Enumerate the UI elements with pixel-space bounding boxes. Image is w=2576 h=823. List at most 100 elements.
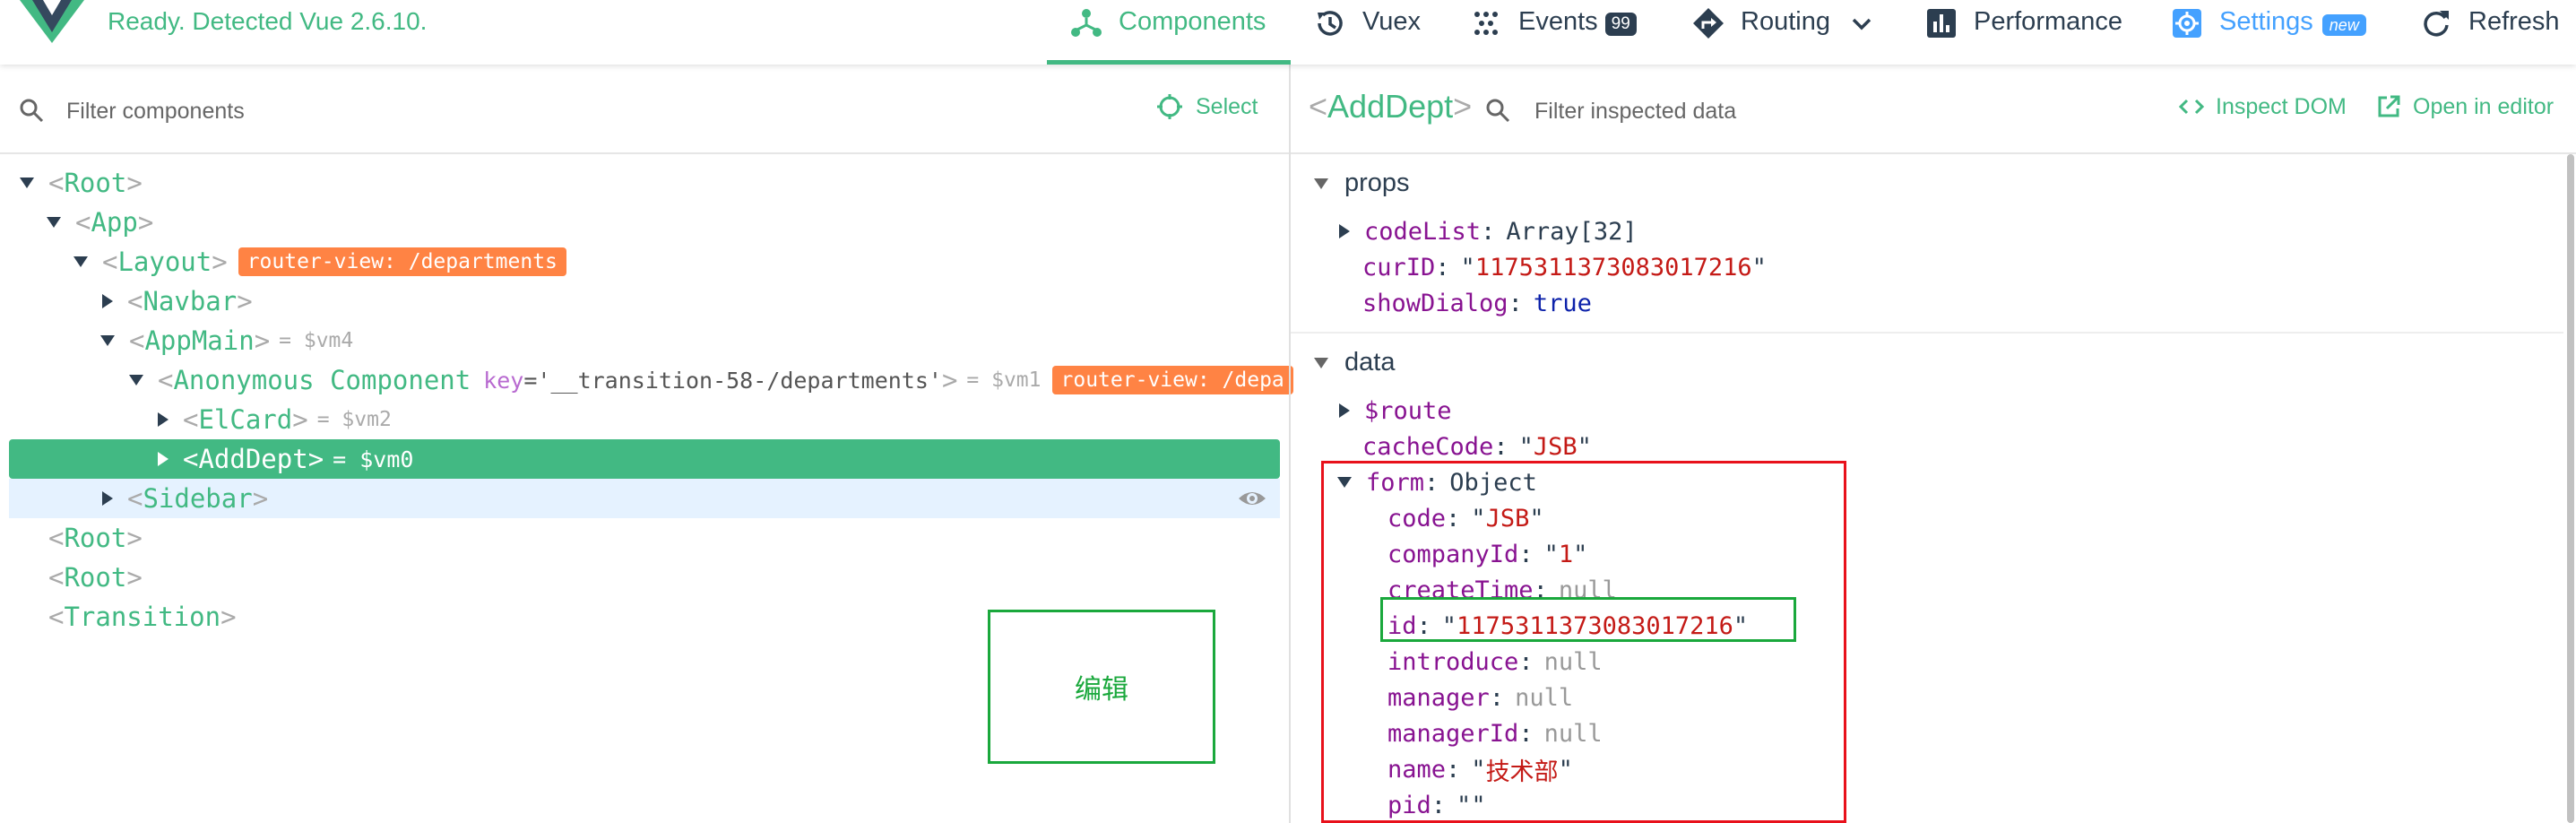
component-name: AddDept [198, 444, 308, 474]
prop-codelist[interactable]: codeList: Array[32] [1337, 213, 1638, 249]
component-name: AppMain [144, 325, 255, 356]
tab-components[interactable]: Components [1070, 0, 1266, 65]
tab-performance[interactable]: Performance [1925, 0, 2122, 65]
chevron-down-icon[interactable] [1850, 7, 1873, 39]
tree-node-adddept[interactable]: < AddDept > = $vm0 [9, 439, 1280, 479]
router-view-badge: router-view: /depa [1051, 366, 1293, 394]
tab-vuex[interactable]: Vuex [1314, 0, 1421, 65]
filter-inspected-data-input[interactable] [1534, 95, 1911, 127]
component-name: Anonymous Component [173, 365, 471, 395]
expand-toggle[interactable] [158, 452, 169, 466]
status-message: Ready. Detected Vue 2.6.10. [108, 7, 428, 35]
inspected-component-title: <AddDept> [1309, 88, 1473, 125]
tab-settings[interactable]: Settings new [2171, 0, 2366, 65]
tree-node-appmain[interactable]: < AppMain > = $vm4 [9, 321, 1280, 360]
expand-toggle[interactable] [102, 294, 113, 308]
expand-toggle[interactable] [1339, 224, 1350, 238]
crosshair-icon [1157, 94, 1182, 119]
component-name: Layout [117, 247, 212, 277]
component-name: Transition [64, 602, 221, 632]
collapse-toggle[interactable] [1314, 178, 1328, 189]
expand-toggle[interactable] [47, 217, 61, 228]
component-name: Root [64, 168, 127, 198]
tab-events[interactable]: Events 99 [1470, 0, 1637, 65]
prop-curid[interactable]: curID: " 1175311373083017216 " [1362, 249, 1767, 285]
component-name: App [91, 207, 138, 238]
select-label: Select [1196, 93, 1258, 119]
prop-value: JSB [1533, 432, 1578, 461]
tree-node-layout[interactable]: < Layout > router-view: /departments [9, 242, 1280, 282]
data-cachecode[interactable]: cacheCode: " JSB " [1362, 429, 1592, 464]
tree-node-root[interactable]: < Root > [9, 163, 1280, 203]
inspector-scrollbar[interactable] [2567, 154, 2574, 823]
props-section-header[interactable]: props [1314, 169, 1410, 198]
inspect-dom-label: Inspect DOM [2216, 93, 2347, 119]
tree-node-elcard[interactable]: < ElCard > = $vm2 [9, 400, 1280, 439]
events-count-badge: 99 [1604, 13, 1637, 36]
tab-components-label: Components [1119, 7, 1266, 36]
tree-node-sidebar[interactable]: < Sidebar > [9, 479, 1280, 518]
prop-value: 1175311373083017216 [1474, 253, 1752, 282]
external-link-icon [2378, 95, 2400, 117]
history-icon [1318, 11, 1343, 36]
key-attribute: key [483, 367, 524, 394]
expand-toggle[interactable] [73, 256, 88, 267]
inspect-dom-button[interactable]: Inspect DOM [2178, 93, 2347, 120]
gear-icon [2173, 9, 2201, 38]
section-title: props [1344, 169, 1410, 197]
prop-key: cacheCode [1362, 432, 1494, 461]
events-icon [1474, 12, 1498, 35]
data-route[interactable]: $route [1337, 393, 1452, 429]
components-icon [1071, 9, 1102, 37]
expand-toggle[interactable] [20, 178, 34, 188]
search-icon [20, 99, 44, 123]
filter-components-input[interactable] [66, 95, 568, 127]
devtools-header: Ready. Detected Vue 2.6.10. Components V… [0, 0, 2576, 65]
router-view-badge: router-view: /departments [238, 247, 566, 276]
vue-logo-icon [20, 0, 84, 43]
edit-annotation-label: 编辑 [1075, 674, 1128, 706]
tree-node-app[interactable]: < App > [9, 203, 1280, 242]
prop-value: true [1533, 289, 1592, 317]
expand-toggle[interactable] [158, 412, 169, 427]
component-name: ElCard [198, 404, 293, 435]
form-highlight-box [1321, 461, 1846, 823]
tab-routing[interactable]: Routing [1692, 0, 1873, 65]
tab-events-label: Events [1518, 7, 1598, 36]
section-title: data [1344, 348, 1396, 377]
prop-key: curID [1362, 253, 1436, 282]
vm-reference: = $vm0 [333, 446, 414, 472]
component-name: Root [64, 523, 127, 553]
tree-node-navbar[interactable]: < Navbar > [9, 282, 1280, 321]
tree-node-root-2[interactable]: < Root > [9, 518, 1280, 558]
key-value: ='__transition-58-/departments' [523, 367, 942, 394]
refresh-icon [2424, 11, 2449, 37]
components-toolbar: Select [0, 65, 1289, 154]
expand-toggle[interactable] [100, 335, 115, 346]
inspected-component-name: AddDept [1327, 88, 1454, 125]
prop-key: $route [1364, 396, 1452, 425]
select-component-button[interactable]: Select [1156, 93, 1258, 120]
inspector-toolbar: <AddDept> Inspect DOM Open in editor [1291, 65, 2576, 154]
tab-settings-label: Settings [2219, 7, 2313, 36]
collapse-toggle[interactable] [1314, 357, 1328, 368]
tab-refresh[interactable]: Refresh [2420, 0, 2560, 65]
prop-showdialog[interactable]: showDialog: true [1362, 285, 1592, 321]
id-highlight-box [1380, 597, 1796, 642]
open-in-editor-button[interactable]: Open in editor [2375, 93, 2554, 120]
tree-node-anonymous[interactable]: < Anonymous Component key ='__transition-5… [9, 360, 1293, 400]
vm-reference: = $vm4 [279, 329, 354, 352]
component-name: Sidebar [143, 483, 253, 514]
code-icon [2178, 99, 2205, 115]
active-tab-indicator [1047, 60, 1291, 65]
tree-node-root-3[interactable]: < Root > [9, 558, 1280, 597]
eye-icon[interactable] [1237, 486, 1267, 511]
expand-toggle[interactable] [102, 491, 113, 506]
expand-toggle[interactable] [129, 375, 143, 386]
expand-toggle[interactable] [1339, 403, 1350, 418]
data-section-header[interactable]: data [1314, 348, 1395, 377]
tab-vuex-label: Vuex [1362, 7, 1422, 36]
tab-refresh-label: Refresh [2468, 7, 2560, 36]
edit-annotation-box: 编辑 [988, 610, 1215, 764]
vm-reference: = $vm1 [966, 368, 1042, 392]
